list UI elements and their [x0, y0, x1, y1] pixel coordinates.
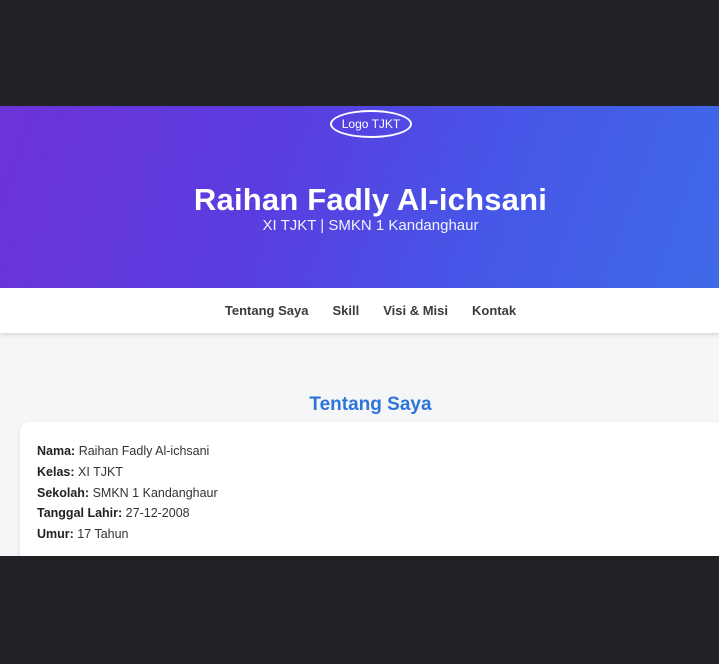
profile-row-tanggal-lahir: Tanggal Lahir: 27-12-2008	[37, 503, 218, 524]
profile-value: 17 Tahun	[77, 527, 129, 542]
profile-value: 27-12-2008	[125, 506, 190, 521]
profile-label: Tanggal Lahir:	[37, 506, 123, 521]
profile-label: Nama:	[37, 444, 76, 458]
profile-label: Kelas:	[37, 464, 75, 479]
profile-row-sekolah: Sekolah: SMKN 1 Kandanghaur	[37, 483, 218, 504]
nav-link-visi-misi[interactable]: Visi & Misi	[383, 302, 448, 320]
page-viewport: Logo TJKT Raihan Fadly Al-ichsani XI TJK…	[0, 106, 719, 556]
about-card: Nama: Raihan Fadly Al-ichsani Kelas: XI …	[20, 422, 719, 556]
profile-value: Raihan Fadly Al-ichsani	[78, 444, 210, 458]
hero-header: Logo TJKT Raihan Fadly Al-ichsani XI TJK…	[0, 106, 719, 288]
nav-link-kontak[interactable]: Kontak	[472, 302, 516, 320]
profile-row-nama: Nama: Raihan Fadly Al-ichsani	[37, 441, 218, 462]
profile-row-umur: Umur: 17 Tahun	[37, 524, 218, 545]
about-section-title: Tentang Saya	[309, 393, 432, 415]
logo-image: Logo TJKT	[330, 110, 412, 138]
main-navigation: Tentang Saya Skill Visi & Misi Kontak	[0, 288, 719, 333]
profile-value: SMKN 1 Kandanghaur	[92, 485, 218, 500]
profile-row-kelas: Kelas: XI TJKT	[37, 462, 218, 483]
profile-label: Umur:	[37, 527, 74, 542]
profile-value: XI TJKT	[78, 464, 123, 479]
page-subtitle: XI TJKT | SMKN 1 Kandanghaur	[262, 217, 479, 234]
profile-label: Sekolah:	[37, 485, 90, 500]
profile-info-list: Nama: Raihan Fadly Al-ichsani Kelas: XI …	[37, 441, 218, 545]
nav-link-skill[interactable]: Skill	[332, 302, 359, 320]
nav-links: Tentang Saya Skill Visi & Misi Kontak	[0, 288, 719, 333]
nav-link-tentang-saya[interactable]: Tentang Saya	[225, 302, 309, 320]
page-title: Raihan Fadly Al-ichsani	[193, 181, 548, 217]
